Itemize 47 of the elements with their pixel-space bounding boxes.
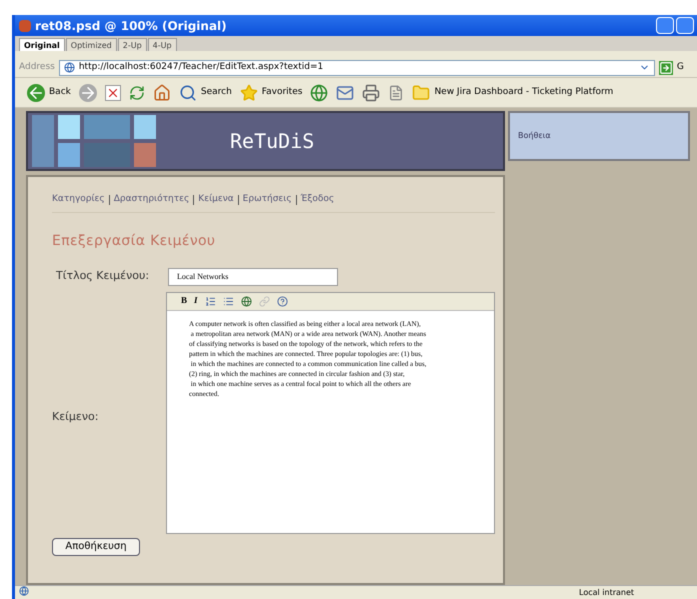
favorite-link[interactable]: New Jira Dashboard - Ticketing Platform bbox=[412, 84, 614, 102]
favorites-button[interactable]: Favorites bbox=[240, 84, 302, 102]
maximize-button[interactable] bbox=[676, 17, 694, 34]
text-editor[interactable] bbox=[166, 292, 495, 534]
nav-link[interactable]: Δραστηριότητες bbox=[114, 193, 190, 206]
back-button[interactable]: Back bbox=[27, 84, 71, 102]
search-icon bbox=[178, 84, 197, 102]
help-link[interactable]: Βοήθεια bbox=[518, 130, 551, 142]
status-page-icon bbox=[19, 586, 29, 596]
go-button[interactable]: G bbox=[676, 60, 684, 74]
bold-button[interactable]: B bbox=[181, 294, 188, 308]
folder-icon bbox=[412, 84, 430, 102]
home-icon[interactable] bbox=[152, 84, 171, 102]
go-icon[interactable] bbox=[658, 60, 673, 74]
app-icon bbox=[19, 20, 31, 32]
window-title: ret08.psd @ 100% (Original) bbox=[35, 18, 227, 34]
refresh-icon[interactable] bbox=[128, 84, 145, 100]
edit-icon[interactable] bbox=[388, 84, 404, 100]
page-icon bbox=[64, 62, 75, 73]
view-tab[interactable]: 2-Up bbox=[118, 38, 147, 51]
nav-link[interactable]: Κατηγορίες bbox=[52, 193, 105, 206]
help-icon[interactable] bbox=[276, 296, 288, 306]
italic-button[interactable]: I bbox=[194, 294, 198, 308]
print-icon[interactable] bbox=[362, 84, 380, 102]
nav-link[interactable]: Κείμενα bbox=[198, 193, 234, 206]
zone-text: Local intranet bbox=[579, 587, 634, 599]
numbered-list-icon[interactable] bbox=[204, 296, 216, 306]
page-title: Επεξεργασία Κειμένου bbox=[52, 232, 216, 250]
minimize-button[interactable] bbox=[656, 17, 674, 34]
title-label: Τίτλος Κειμένου: bbox=[55, 268, 150, 284]
save-button[interactable]: Αποθήκευση bbox=[52, 538, 140, 556]
stop-icon[interactable] bbox=[104, 84, 121, 100]
globe-icon[interactable] bbox=[240, 296, 252, 306]
nav-link[interactable]: Έξοδος bbox=[300, 193, 334, 206]
title-field[interactable]: Local Networks bbox=[168, 268, 338, 286]
mail-icon[interactable] bbox=[336, 84, 354, 102]
address-field[interactable]: http://localhost:60247/Teacher/EditText.aspx?textid=1 bbox=[58, 60, 655, 76]
search-button[interactable]: Search bbox=[178, 84, 232, 102]
nav-link[interactable]: Ερωτήσεις bbox=[242, 193, 292, 206]
text-label: Κείμενο: bbox=[52, 409, 100, 426]
view-tab[interactable]: Optimized bbox=[66, 38, 117, 51]
media-icon[interactable] bbox=[310, 84, 328, 102]
view-tab[interactable]: 4-Up bbox=[148, 38, 177, 51]
star-icon bbox=[240, 84, 258, 102]
view-tab[interactable]: Original bbox=[19, 38, 65, 51]
site-logo-text: ReTuDiS bbox=[230, 128, 314, 155]
address-label: Address bbox=[19, 60, 55, 74]
